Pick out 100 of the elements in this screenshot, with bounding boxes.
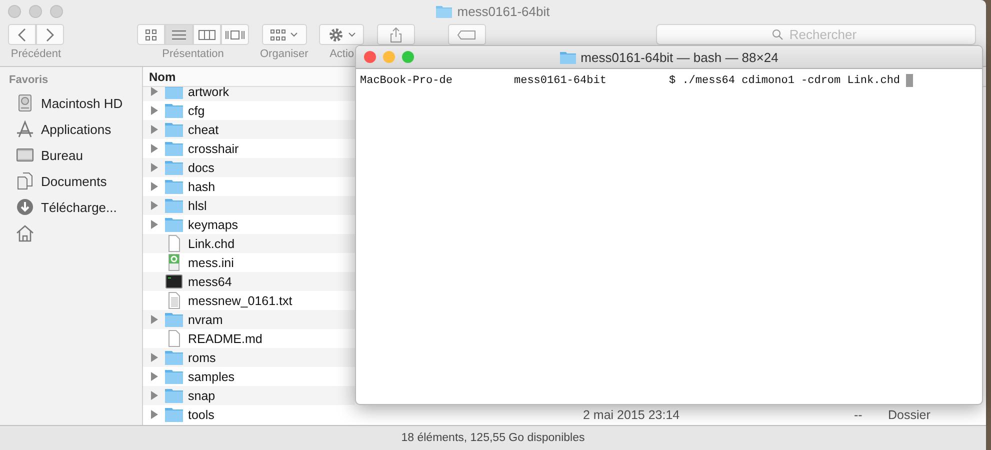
action-button[interactable]	[319, 24, 364, 45]
disclosure-triangle-icon[interactable]	[150, 372, 158, 381]
file-name: tools	[188, 408, 214, 422]
file-row[interactable]: messnew_0161.txt	[143, 291, 355, 310]
folder-icon	[165, 217, 183, 232]
disclosure-triangle-icon[interactable]	[150, 163, 158, 172]
list-view-button[interactable]	[165, 24, 193, 45]
tag-button[interactable]	[448, 24, 486, 45]
file-row[interactable]: docs	[143, 158, 355, 177]
applications-icon	[16, 120, 34, 138]
coverflow-view-button[interactable]	[221, 24, 249, 45]
file-name: cfg	[188, 104, 205, 118]
file-row[interactable]: roms	[143, 348, 355, 367]
toolbar-label: Présentation	[162, 48, 224, 60]
sidebar-label: Macintosh HD	[41, 96, 123, 110]
file-size: --	[854, 408, 862, 422]
folder-icon	[165, 122, 183, 137]
share-icon	[390, 26, 402, 42]
forward-button[interactable]	[36, 24, 64, 45]
disclosure-triangle-icon[interactable]	[150, 391, 158, 400]
toolbar-label: Actio	[330, 48, 354, 60]
disclosure-triangle-icon[interactable]	[150, 220, 158, 229]
file-name: snap	[188, 388, 216, 402]
file-name: keymaps	[188, 218, 238, 232]
folder-icon	[165, 179, 183, 194]
folder-icon	[165, 87, 183, 99]
folder-icon	[165, 103, 183, 118]
home-icon	[16, 224, 34, 242]
file-row[interactable]: cfg	[143, 101, 355, 120]
file-row[interactable]: samples	[143, 367, 355, 386]
file-row[interactable]: mess64	[143, 272, 355, 291]
file-name: mess.ini	[188, 256, 234, 270]
file-row[interactable]: nvram	[143, 310, 355, 329]
folder-icon	[560, 50, 576, 64]
disclosure-triangle-icon[interactable]	[150, 410, 158, 419]
search-field[interactable]: Rechercher	[656, 24, 976, 45]
share-button[interactable]	[377, 24, 416, 45]
file-name: messnew_0161.txt	[188, 294, 292, 308]
columns-icon	[198, 28, 216, 40]
file-row[interactable]: tools 2 mai 2015 23:14 -- Dossier	[143, 405, 986, 424]
window-title: mess0161-64bit — bash — 88×24	[580, 50, 778, 64]
chevron-right-icon	[45, 28, 55, 42]
grid-icon	[145, 28, 157, 40]
file-name: README.md	[188, 332, 262, 346]
tag-icon	[457, 30, 478, 40]
close-button[interactable]	[364, 51, 376, 63]
folder-icon	[165, 198, 183, 213]
folder-icon	[165, 407, 183, 422]
disclosure-triangle-icon[interactable]	[150, 87, 158, 96]
file-name: cheat	[188, 122, 219, 136]
caret-icon	[348, 32, 356, 38]
back-button[interactable]	[8, 24, 36, 45]
disclosure-triangle-icon[interactable]	[150, 201, 158, 210]
chevron-left-icon	[17, 28, 27, 42]
sidebar-label: Applications	[41, 122, 112, 136]
file-row[interactable]: Link.chd	[143, 234, 355, 253]
caret-icon	[290, 32, 298, 38]
coverflow-icon	[225, 28, 245, 40]
disclosure-triangle-icon[interactable]	[150, 182, 158, 191]
file-row[interactable]: crosshair	[143, 139, 355, 158]
download-icon	[16, 198, 34, 216]
file-row[interactable]: keymaps	[143, 215, 355, 234]
file-name: hash	[188, 180, 216, 194]
file-name: nvram	[188, 312, 223, 326]
sidebar-label: Documents	[41, 174, 107, 188]
prompt-host: MacBook-Pro-de	[360, 74, 454, 86]
columns-view-button[interactable]	[193, 24, 221, 45]
file-name: hlsl	[188, 198, 207, 212]
search-icon	[772, 29, 783, 40]
toolbar-label: Précédent	[10, 48, 62, 60]
disclosure-triangle-icon[interactable]	[150, 106, 158, 115]
file-name: Link.chd	[188, 236, 235, 250]
disclosure-triangle-icon[interactable]	[150, 353, 158, 362]
folder-icon	[165, 350, 183, 365]
file-name: mess64	[188, 274, 232, 288]
file-name: samples	[188, 370, 235, 384]
grid-icon	[270, 28, 286, 40]
sidebar-label: Télécharge...	[41, 200, 117, 214]
sidebar-label: Bureau	[41, 148, 83, 162]
file-row[interactable]: hlsl	[143, 196, 355, 215]
arrange-button[interactable]	[262, 24, 307, 45]
file-row[interactable]: snap	[143, 386, 355, 405]
file-name: roms	[188, 350, 216, 364]
file-name: docs	[188, 160, 214, 174]
file-row[interactable]: mess.ini	[143, 253, 355, 272]
list-icon	[171, 28, 187, 40]
folder-icon	[165, 369, 183, 384]
folder-icon	[165, 388, 183, 403]
folder-icon	[165, 312, 183, 327]
file-row[interactable]: cheat	[143, 120, 355, 139]
disclosure-triangle-icon[interactable]	[150, 125, 158, 134]
file-row[interactable]: hash	[143, 177, 355, 196]
window-title: mess0161-64bit	[457, 4, 550, 18]
terminal-icon	[165, 273, 183, 290]
disclosure-triangle-icon[interactable]	[150, 315, 158, 324]
disclosure-triangle-icon[interactable]	[150, 144, 158, 153]
file-row[interactable]: README.md	[143, 329, 355, 348]
modified-date: 2 mai 2015 23:14	[583, 408, 680, 422]
zoom-button[interactable]	[402, 51, 414, 63]
icons-view-button[interactable]	[137, 24, 165, 45]
